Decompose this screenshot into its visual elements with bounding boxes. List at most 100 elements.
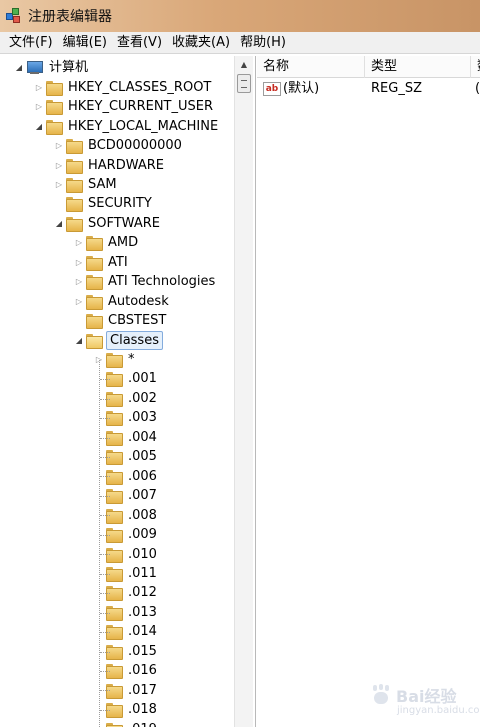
collapse-arrow-icon[interactable]: ◢ (74, 336, 84, 345)
tree-node-label: .012 (128, 585, 157, 601)
tree-node-label: .006 (128, 468, 157, 484)
tree-node-key[interactable]: ▷ SAM (54, 175, 119, 195)
expand-arrow-icon[interactable]: ▷ (54, 161, 64, 170)
folder-icon (86, 333, 103, 349)
tree-node-label: SECURITY (88, 196, 152, 212)
tree-node-label: .019 (126, 721, 159, 727)
folder-icon (66, 197, 83, 213)
value-list-pane[interactable]: 名称 类型 数 ab (默认) REG_SZ ( (257, 56, 480, 727)
tree-node-label: .013 (128, 604, 157, 620)
folder-icon (86, 314, 103, 330)
tree-node-label: .004 (128, 429, 157, 445)
tree-node-key[interactable]: ▷ HARDWARE (54, 155, 166, 175)
tree-connector (100, 554, 110, 556)
tree-scrollbar[interactable]: ▲ (234, 56, 253, 727)
tree-node-label: HKEY_LOCAL_MACHINE (68, 118, 219, 134)
expand-arrow-icon[interactable]: ▷ (34, 83, 44, 92)
tree-node-label: HARDWARE (88, 157, 164, 173)
tree-node-label: .008 (128, 507, 157, 523)
tree-node-label: CBSTEST (108, 313, 167, 329)
expand-arrow-icon[interactable]: ▷ (74, 277, 84, 286)
tree-node-key[interactable]: ◢ SOFTWARE (54, 214, 162, 234)
expand-arrow-icon[interactable]: ▷ (74, 297, 84, 306)
folder-icon (106, 722, 123, 727)
tree-connector (100, 709, 110, 711)
expand-arrow-icon[interactable]: ▷ (34, 102, 44, 111)
tree-connector (100, 379, 110, 381)
tree-node-label: AMD (108, 235, 139, 251)
tree-connector (100, 651, 110, 653)
tree-node-label: SOFTWARE (88, 215, 160, 231)
tree-node-key[interactable]: .019 (94, 719, 159, 727)
tree-node-label: .001 (128, 371, 157, 387)
tree-node-key[interactable]: SECURITY (54, 194, 154, 214)
tree-node-key[interactable]: ◢ Classes (74, 330, 163, 350)
column-type[interactable]: 类型 (365, 56, 471, 78)
tree-node-computer[interactable]: ◢ 计算机 (14, 58, 90, 78)
folder-icon (86, 294, 103, 310)
tree-node-key[interactable]: CBSTEST (74, 311, 168, 331)
folder-icon (46, 119, 63, 135)
tree-node-label: * (128, 352, 135, 367)
scroll-up-icon[interactable]: ▲ (235, 56, 253, 73)
tree-node-label: .016 (128, 663, 157, 679)
paw-icon (370, 684, 392, 706)
tree-node-label: .017 (128, 682, 157, 698)
folder-icon (86, 255, 103, 271)
menu-favorites[interactable]: 收藏夹(A) (169, 33, 237, 53)
value-row[interactable]: ab (默认) REG_SZ ( (257, 78, 480, 100)
folder-icon (106, 353, 123, 368)
folder-icon (46, 100, 63, 116)
tree-connector (100, 515, 110, 517)
folder-icon (66, 158, 83, 174)
expand-arrow-icon[interactable]: ▷ (54, 180, 64, 189)
expand-arrow-icon[interactable]: ▷ (74, 258, 84, 267)
tree-connector (100, 632, 110, 634)
tree-node-label: Autodesk (108, 293, 169, 309)
tree-node-label: ATI Technologies (108, 274, 216, 290)
tree-node-label: HKEY_CURRENT_USER (68, 99, 214, 115)
key-tree-pane[interactable]: ◢ 计算机 ▷ HKEY_CLASSES_ROOT ▷ HKEY_CURRENT_USER… (0, 56, 256, 727)
tree-node-hive[interactable]: ▷ HKEY_CLASSES_ROOT (34, 77, 213, 97)
tree-node-label: .018 (128, 702, 157, 718)
tree-connector (100, 612, 110, 614)
tree-node-label: .005 (128, 449, 157, 465)
collapse-arrow-icon[interactable]: ◢ (54, 219, 64, 228)
tree-node-label: .007 (128, 488, 157, 504)
tree-node-label: .010 (128, 546, 157, 562)
list-header: 名称 类型 数 (257, 56, 480, 78)
baidu-watermark: Bai经验 (370, 683, 456, 707)
tree-node-key[interactable]: ▷ AMD (74, 233, 140, 253)
tree-node-label: .003 (128, 410, 157, 426)
tree-connector (100, 690, 110, 692)
tree-node-key[interactable]: ▷ BCD00000000 (54, 136, 184, 156)
collapse-arrow-icon[interactable]: ◢ (14, 63, 24, 72)
tree-connector (100, 398, 110, 400)
tree-node-key[interactable]: ▷ * (94, 350, 137, 370)
folder-icon (66, 139, 83, 155)
scroll-thumb[interactable] (237, 74, 251, 93)
tree-connector (100, 418, 110, 420)
title-bar: 注册表编辑器 (0, 0, 480, 32)
tree-node-key[interactable]: ▷ Autodesk (74, 291, 171, 311)
menu-view[interactable]: 查看(V) (114, 33, 169, 53)
tree-node-label: .009 (128, 527, 157, 543)
column-name[interactable]: 名称 (257, 56, 365, 78)
menu-edit[interactable]: 编辑(E) (60, 33, 114, 53)
expand-arrow-icon[interactable]: ▷ (74, 238, 84, 247)
folder-icon (46, 80, 63, 96)
tree-node-key[interactable]: ▷ ATI (74, 253, 130, 273)
expand-arrow-icon[interactable]: ▷ (54, 141, 64, 150)
folder-icon (66, 216, 83, 232)
tree-connector (100, 495, 110, 497)
menu-help[interactable]: 帮助(H) (237, 33, 293, 53)
tree-connector (100, 573, 110, 575)
tree-node-hive[interactable]: ◢ HKEY_LOCAL_MACHINE (34, 116, 220, 136)
menu-file[interactable]: 文件(F) (6, 33, 60, 53)
tree-connector (100, 457, 110, 458)
column-data[interactable]: 数 (471, 56, 480, 78)
tree-node-key[interactable]: ▷ ATI Technologies (74, 272, 217, 292)
string-value-icon: ab (263, 82, 281, 96)
tree-node-hive[interactable]: ▷ HKEY_CURRENT_USER (34, 97, 215, 117)
collapse-arrow-icon[interactable]: ◢ (34, 122, 44, 131)
